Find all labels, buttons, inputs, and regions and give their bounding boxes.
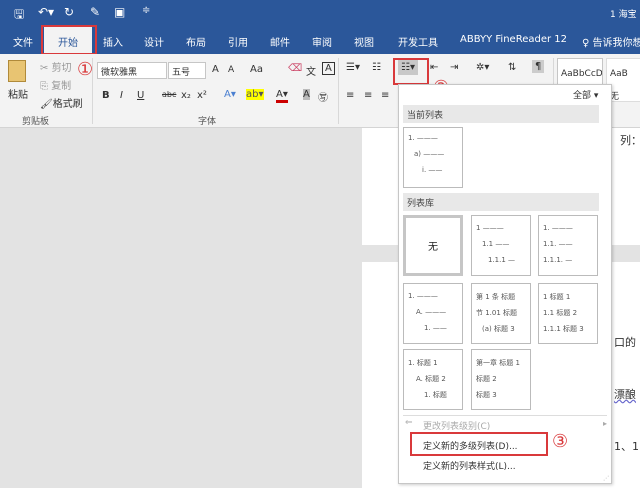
- bold-button[interactable]: B: [102, 90, 110, 101]
- define-new-list-style-item[interactable]: 定义新的列表样式(L)...: [423, 459, 516, 472]
- tab-file[interactable]: 文件: [13, 34, 33, 49]
- chinese-layout-icon[interactable]: ✲▾: [476, 62, 489, 73]
- doc-text: 漂酿: [614, 388, 636, 401]
- list-library-item[interactable]: 第一章 标题 1 标题 2 标题 3: [471, 349, 531, 410]
- font-color-icon[interactable]: A▾: [276, 89, 288, 103]
- paste-icon[interactable]: [8, 60, 26, 82]
- annotation-3: ③: [552, 431, 569, 452]
- numbering-icon[interactable]: ☷: [372, 62, 381, 73]
- tab-abbyy[interactable]: ABBYY FineReader 12: [460, 34, 567, 45]
- doc-text: 口的: [614, 336, 636, 349]
- preview-icon[interactable]: ▣: [114, 5, 125, 19]
- increase-indent-icon[interactable]: ⇥: [450, 62, 458, 73]
- doc-text: 1、1: [614, 440, 639, 453]
- change-list-level-item[interactable]: 更改列表级别(C): [423, 419, 490, 432]
- superscript-button[interactable]: x²: [197, 90, 207, 101]
- cut-button[interactable]: ✂ 剪切: [40, 59, 72, 74]
- bullets-icon[interactable]: ☰▾: [346, 62, 360, 73]
- highlight-box-3: [410, 432, 548, 456]
- text-effects-icon[interactable]: A▾: [224, 89, 236, 100]
- highlight-box-2: [393, 58, 429, 85]
- sort-icon[interactable]: ⇅: [508, 62, 516, 73]
- copy-button[interactable]: ⎘ 复制: [40, 77, 71, 92]
- char-shading-icon[interactable]: A: [303, 89, 310, 100]
- change-case-button[interactable]: Aa: [250, 64, 263, 75]
- font-name-input[interactable]: 微软雅黑: [97, 62, 167, 79]
- enclose-char-icon[interactable]: ㊢: [318, 89, 328, 104]
- current-list-thumb[interactable]: 1. ——— a) ——— i. ——: [403, 127, 463, 188]
- font-size-input[interactable]: 五号: [168, 62, 206, 79]
- list-none[interactable]: 无: [403, 215, 463, 276]
- tab-references[interactable]: 引用: [228, 34, 248, 49]
- lightbulb-icon: ♀: [582, 38, 593, 49]
- decrease-indent-icon[interactable]: ⇤: [430, 62, 438, 73]
- show-marks-icon[interactable]: ¶: [532, 60, 545, 73]
- tab-view[interactable]: 视图: [354, 34, 374, 49]
- format-painter-button[interactable]: 🖌格式刷: [40, 95, 83, 110]
- undo-icon[interactable]: ↶▾: [38, 5, 54, 19]
- tab-mailings[interactable]: 邮件: [270, 34, 290, 49]
- tell-me-search[interactable]: ♀ 告诉我你想: [582, 34, 640, 49]
- char-border-icon[interactable]: A: [322, 62, 335, 75]
- highlight-icon[interactable]: ab▾: [246, 89, 264, 100]
- italic-button[interactable]: I: [120, 90, 123, 101]
- filter-dropdown[interactable]: 全部 ▾: [573, 88, 598, 101]
- list-library-item[interactable]: 1 标题 1 1.1 标题 2 1.1.1 标题 3: [538, 283, 598, 344]
- save-icon[interactable]: 🖫: [14, 5, 24, 26]
- change-level-icon: ⇐: [405, 418, 413, 428]
- tab-insert[interactable]: 插入: [103, 34, 123, 49]
- tab-developer[interactable]: 开发工具: [398, 34, 438, 49]
- font-group-label: 字体: [198, 117, 217, 127]
- list-library-item[interactable]: 1. ——— 1.1. —— 1.1.1. —: [538, 215, 598, 276]
- list-library-item[interactable]: 1. ——— A. ——— 1. ——: [403, 283, 463, 344]
- window-title: 1 海宝: [610, 10, 637, 20]
- clipboard-group-label: 剪贴板: [22, 117, 50, 127]
- subscript-button[interactable]: x₂: [181, 90, 191, 101]
- list-library-item[interactable]: 1 ——— 1.1 —— 1.1.1 —: [471, 215, 531, 276]
- tab-review[interactable]: 审阅: [312, 34, 332, 49]
- annotation-1: ①: [77, 59, 94, 80]
- align-right-icon[interactable]: ≡: [381, 90, 389, 101]
- phonetic-icon[interactable]: 文: [306, 63, 316, 78]
- submenu-arrow-icon: ▸: [603, 419, 608, 428]
- highlight-box-1: [41, 25, 97, 55]
- current-list-header: 当前列表: [403, 105, 599, 123]
- strikethrough-button[interactable]: abc: [162, 90, 176, 99]
- multilevel-list-dropdown: 全部 ▾ 当前列表 1. ——— a) ——— i. —— 列表库 无 1 ——…: [398, 84, 612, 484]
- underline-button[interactable]: U: [137, 90, 144, 101]
- resize-grip-icon[interactable]: ⋰: [603, 475, 609, 482]
- list-library-header: 列表库: [403, 193, 599, 211]
- list-library-item[interactable]: 1. 标题 1 A. 标题 2 1. 标题: [403, 349, 463, 410]
- title-bar: 🖫 ↶▾ ↻ ✎ ▣ ≑ 1 海宝: [0, 0, 640, 26]
- align-center-icon[interactable]: ≡: [364, 90, 372, 101]
- clear-format-icon[interactable]: ⌫: [288, 63, 302, 74]
- customize-icon[interactable]: ≑: [142, 5, 150, 16]
- tab-design[interactable]: 设计: [144, 34, 164, 49]
- format-painter-icon[interactable]: ✎: [90, 5, 100, 19]
- doc-text: 列：: [620, 134, 640, 147]
- align-left-icon[interactable]: ≡: [346, 90, 354, 101]
- list-library-item[interactable]: 第 1 条 标题 节 1.01 标题 (a) 标题 3: [471, 283, 531, 344]
- grow-font-button[interactable]: A: [212, 64, 219, 75]
- tab-layout[interactable]: 布局: [186, 34, 206, 49]
- redo-icon[interactable]: ↻: [64, 5, 74, 19]
- paste-button[interactable]: 粘贴: [8, 86, 28, 101]
- shrink-font-button[interactable]: A: [228, 65, 234, 75]
